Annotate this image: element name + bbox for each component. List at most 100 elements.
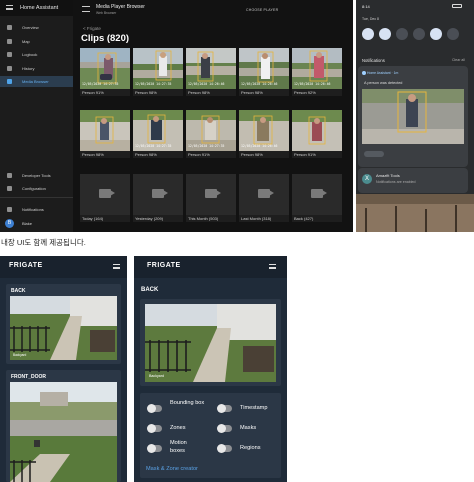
clip-tile[interactable]: 12/05/2020 14:26:46 Person 92% xyxy=(292,48,342,96)
sidebar-item-profile[interactable]: B Blake xyxy=(0,218,73,229)
clip-label: Person 98% xyxy=(82,152,104,157)
clip-tile[interactable]: 12/05/2020 14:27:35 Person 91% xyxy=(80,48,130,96)
dashboard-icon xyxy=(7,25,12,30)
motion-boxes-toggle[interactable] xyxy=(147,444,162,453)
clip-tile[interactable]: 12/05/2020 14:27:35 Person 98% xyxy=(133,110,183,158)
toggle-label: Masks xyxy=(240,425,257,431)
clip-tile[interactable]: 12/05/2020 14:26:46 Person 98% xyxy=(239,110,289,158)
sidebar-divider xyxy=(0,197,73,198)
notification-text: Notifications are enabled xyxy=(376,180,416,184)
toggle-label: Motion boxes xyxy=(170,440,187,454)
sidebar-item-notifications[interactable]: Notifications xyxy=(0,204,73,215)
map-icon xyxy=(7,39,12,44)
notification-app: Home Assistant · 1m xyxy=(367,71,399,75)
quick-setting-auto-rotate-icon[interactable] xyxy=(430,28,442,40)
quick-setting-bluetooth-icon[interactable] xyxy=(379,28,391,40)
choose-player-button[interactable]: CHOOSE PLAYER xyxy=(246,8,278,12)
frigate-header: FRIGATE xyxy=(134,256,287,278)
menu-icon[interactable] xyxy=(269,264,276,269)
folder-yesterday[interactable]: Yesterday (209) xyxy=(133,174,183,222)
quick-setting-battery-saver-icon[interactable] xyxy=(447,28,459,40)
sidebar-item-label: Map xyxy=(22,39,30,44)
sidebar-item-label: Logbook xyxy=(22,52,38,57)
sidebar-item-media-browser[interactable]: Media Browser xyxy=(0,76,73,87)
regions-toggle[interactable] xyxy=(217,444,232,453)
clip-tile[interactable]: 12/05/2020 14:26:46 Person 98% xyxy=(186,48,236,96)
clip-timestamp: 12/05/2020 14:27:35 xyxy=(82,82,119,86)
sidebar-item-logbook[interactable]: Logbook xyxy=(0,49,73,60)
page-title: Media Player Browser xyxy=(96,4,145,10)
quick-setting-flashlight-icon[interactable] xyxy=(413,28,425,40)
sidebar-item-configuration[interactable]: Configuration xyxy=(0,183,73,194)
quick-setting-dnd-icon[interactable] xyxy=(396,28,408,40)
clear-all-button[interactable]: Clear all xyxy=(452,58,465,62)
clip-tile[interactable]: Person 91% xyxy=(292,110,342,158)
clip-timestamp: 12/05/2020 14:26:46 xyxy=(294,82,331,86)
toggle-label: Regions xyxy=(240,445,261,451)
clip-timestamp: 12/05/2020 14:27:35 xyxy=(135,82,172,86)
sidebar-item-label: Configuration xyxy=(22,186,46,191)
folder-this-month[interactable]: This Month (503) xyxy=(186,174,236,222)
sidebar-item-label: Blake xyxy=(22,221,33,226)
sidebar-item-history[interactable]: History xyxy=(0,63,73,74)
masks-toggle[interactable] xyxy=(217,424,232,433)
menu-icon[interactable] xyxy=(6,5,13,10)
sidebar-item-overview[interactable]: Overview xyxy=(0,22,73,33)
breadcrumb[interactable]: < Frigate xyxy=(83,26,101,31)
list-icon xyxy=(7,52,12,57)
notification-text: A person was detected xyxy=(364,81,403,85)
clip-label: Person 92% xyxy=(294,90,316,95)
folder-label: This Month (503) xyxy=(188,216,219,221)
sidebar: Home Assistant Overview Map Logbook Hist… xyxy=(0,0,73,232)
clip-thumbnail xyxy=(80,110,130,151)
page-subtitle: Web Browser xyxy=(96,11,117,15)
zones-toggle[interactable] xyxy=(147,424,162,433)
clip-thumbnail xyxy=(292,110,342,151)
notification-action-button[interactable] xyxy=(364,151,384,157)
clip-tile[interactable]: 12/05/2020 14:27:35 Person 98% xyxy=(133,48,183,96)
camera-card-front-door[interactable]: FRONT_DOOR xyxy=(6,370,121,482)
quick-setting-wifi-icon[interactable] xyxy=(362,28,374,40)
mask-zone-creator-link[interactable]: Mask & Zone creator xyxy=(146,466,198,472)
notifications-header: Notifications xyxy=(362,58,385,63)
folder-today[interactable]: Today (164) xyxy=(80,174,130,222)
sidebar-item-label: Notifications xyxy=(22,207,44,212)
overlay-options-card: Bounding box Zones Motion boxes Timestam… xyxy=(140,393,281,478)
folder-thumbnail xyxy=(133,174,183,215)
clip-tile[interactable]: Person 98% xyxy=(80,110,130,158)
menu-icon[interactable] xyxy=(113,264,120,269)
status-date: Tue, Dec 8 xyxy=(362,17,379,21)
video-camera-icon xyxy=(258,189,274,198)
folder-last-month[interactable]: Last Month (318) xyxy=(239,174,289,222)
clip-label: Person 91% xyxy=(294,152,316,157)
menu-icon[interactable] xyxy=(82,6,90,12)
status-time: 8:14 xyxy=(362,4,370,9)
sidebar-item-map[interactable]: Map xyxy=(0,36,73,47)
frigate-brand: FRIGATE xyxy=(147,262,181,269)
timestamp-toggle[interactable] xyxy=(217,404,232,413)
sidebar-item-developer-tools[interactable]: Developer Tools xyxy=(0,170,73,181)
caption-text: 내장 UI도 함께 제공됩니다. xyxy=(1,238,86,247)
camera-card-back[interactable]: BACK Backyard xyxy=(6,284,121,364)
wrench-icon xyxy=(7,173,12,178)
bounding-box-toggle[interactable] xyxy=(147,404,162,413)
gear-icon xyxy=(7,186,12,191)
folder-label: Today (164) xyxy=(82,216,104,221)
frigate-header: FRIGATE xyxy=(0,256,127,278)
camera-title: BACK xyxy=(141,287,159,293)
clip-timestamp: 12/05/2020 14:26:46 xyxy=(241,82,278,86)
battery-icon xyxy=(452,4,462,8)
clip-tile[interactable]: 12/05/2020 14:27:35 Person 91% xyxy=(186,110,236,158)
folder-thumbnail xyxy=(292,174,342,215)
video-camera-icon xyxy=(152,189,168,198)
folder-back[interactable]: Back (427) xyxy=(292,174,342,222)
folder-thumbnail xyxy=(80,174,130,215)
folder-label: Last Month (318) xyxy=(241,216,272,221)
sidebar-header: Home Assistant xyxy=(0,0,73,16)
app-title: Home Assistant xyxy=(20,5,59,11)
clip-tile[interactable]: 12/05/2020 14:26:46 Person 98% xyxy=(239,48,289,96)
toggle-label: Timestamp xyxy=(240,405,268,411)
video-camera-icon xyxy=(99,189,115,198)
media-icon xyxy=(7,79,12,84)
sidebar-item-label: Media Browser xyxy=(22,79,49,84)
